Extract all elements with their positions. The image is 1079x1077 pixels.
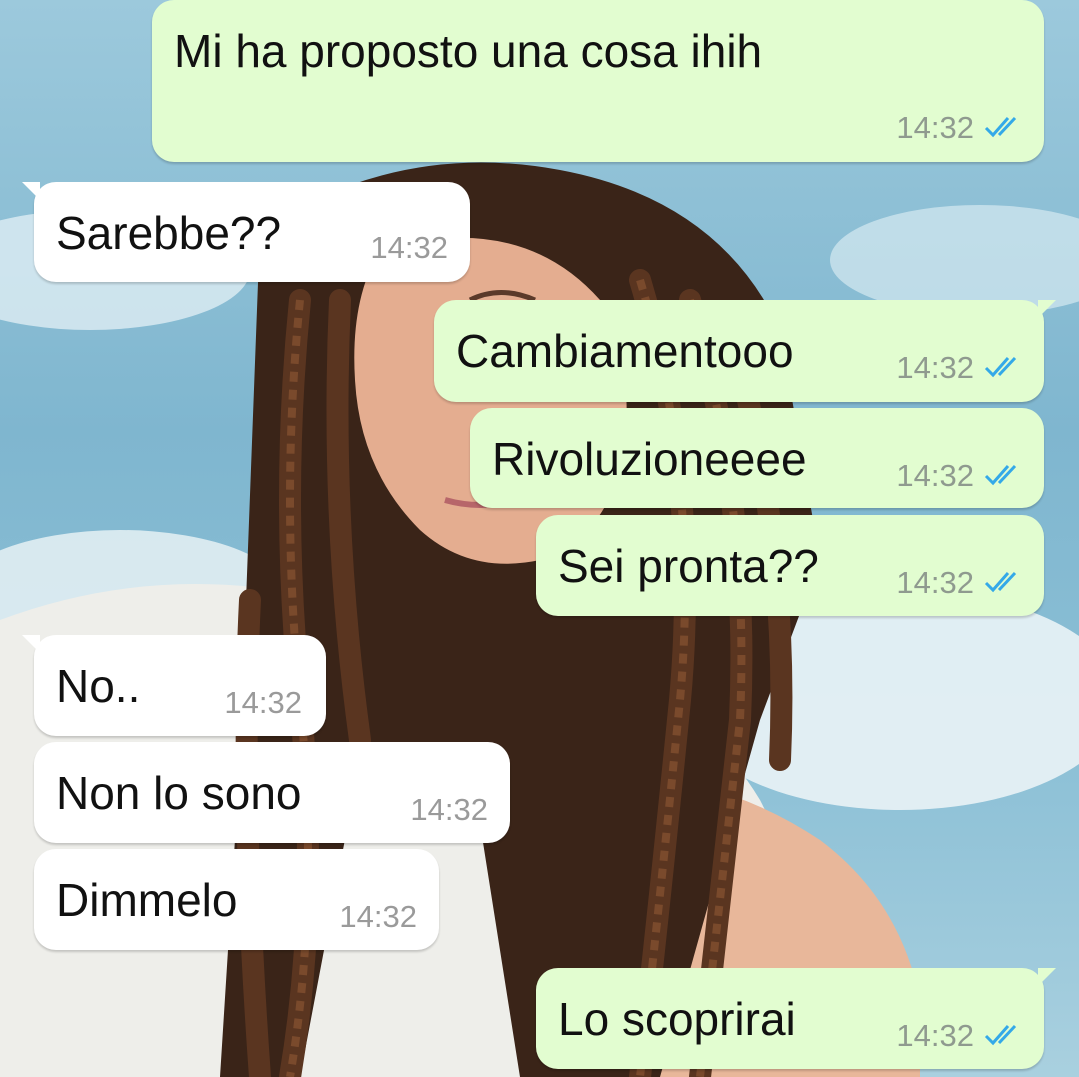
message-bubble-incoming[interactable]: Non lo sono 14:32 — [34, 742, 510, 843]
message-text: Rivoluzioneeee — [492, 433, 807, 485]
message-timestamp: 14:32 — [896, 1018, 974, 1053]
bubble-tail — [1038, 300, 1056, 318]
read-receipt-icon — [984, 356, 1017, 378]
message-bubble-incoming[interactable]: No.. 14:32 — [22, 635, 326, 736]
read-receipt-icon — [984, 1024, 1017, 1046]
message-text: Sarebbe?? — [56, 207, 282, 259]
message-text: Mi ha proposto una cosa ihih — [174, 25, 763, 77]
message-text: No.. — [56, 660, 141, 712]
message-bubble-incoming[interactable]: Sarebbe?? 14:32 — [22, 182, 470, 282]
message-timestamp: 14:32 — [410, 792, 488, 827]
message-bubble-outgoing[interactable]: Rivoluzioneeee 14:32 — [470, 408, 1044, 508]
message-text: Lo scoprirai — [558, 993, 796, 1045]
message-timestamp: 14:32 — [896, 350, 974, 385]
message-timestamp: 14:32 — [370, 230, 448, 265]
read-receipt-icon — [984, 464, 1017, 486]
message-bubble-incoming[interactable]: Dimmelo 14:32 — [34, 849, 439, 950]
message-timestamp: 14:32 — [896, 110, 974, 145]
message-timestamp: 14:32 — [896, 458, 974, 493]
message-timestamp: 14:32 — [339, 899, 417, 934]
message-bubble-outgoing[interactable]: Lo scoprirai 14:32 — [536, 968, 1056, 1069]
message-bubble-outgoing[interactable]: Mi ha proposto una cosa ihih 14:32 — [152, 0, 1044, 162]
bubble-tail — [1038, 968, 1056, 986]
message-text: Cambiamentooo — [456, 325, 794, 377]
message-timestamp: 14:32 — [224, 685, 302, 720]
read-receipt-icon — [984, 116, 1017, 138]
chat-view[interactable]: Mi ha proposto una cosa ihih 14:32 Sareb… — [0, 0, 1079, 1077]
message-text: Non lo sono — [56, 767, 302, 819]
message-bubble-outgoing[interactable]: Sei pronta?? 14:32 — [536, 515, 1044, 616]
read-receipt-icon — [984, 571, 1017, 593]
message-bubble-outgoing[interactable]: Cambiamentooo 14:32 — [434, 300, 1056, 402]
bubble-tail — [22, 182, 40, 200]
message-timestamp: 14:32 — [896, 565, 974, 600]
bubble-tail — [22, 635, 40, 653]
message-text: Dimmelo — [56, 874, 238, 926]
message-text: Sei pronta?? — [558, 540, 819, 592]
